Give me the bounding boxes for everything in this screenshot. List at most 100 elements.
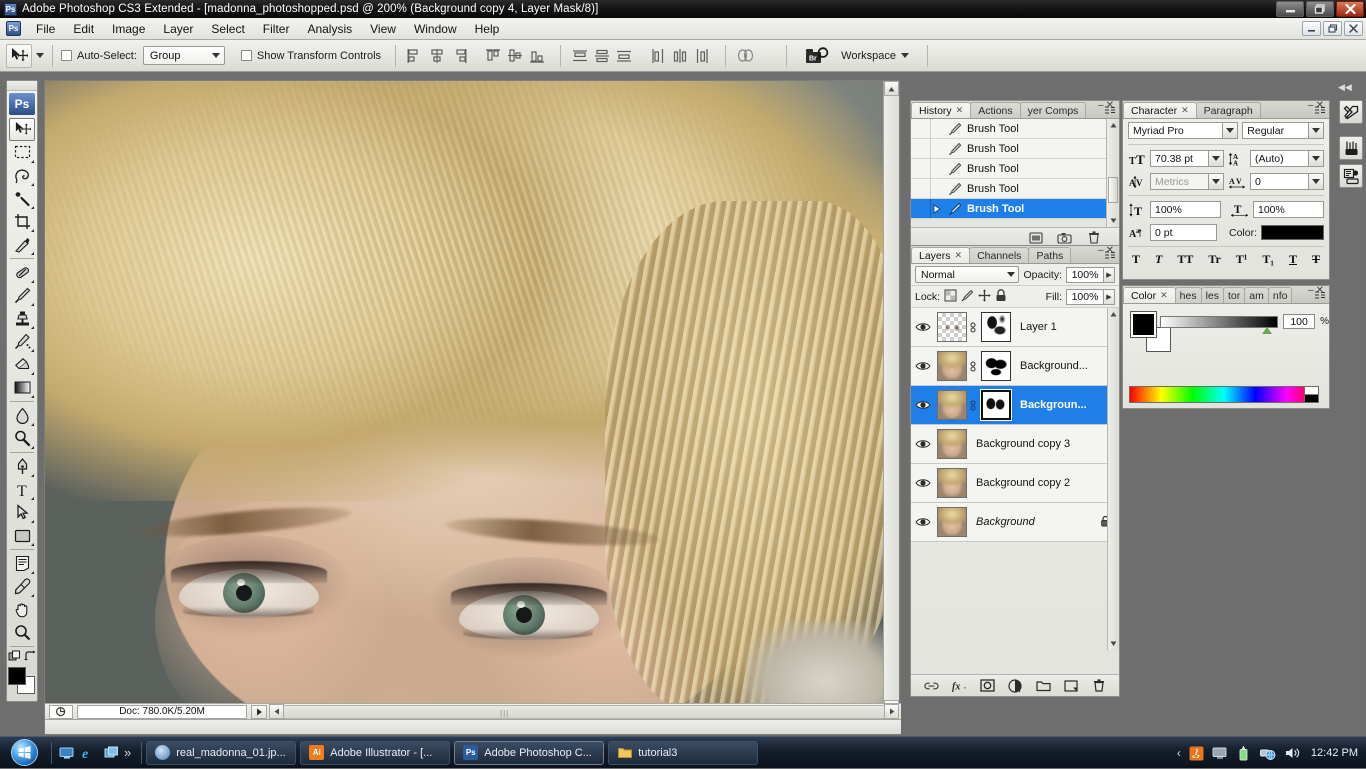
crop-tool[interactable] — [9, 210, 35, 233]
display-icon[interactable] — [1212, 745, 1229, 762]
align-left-edges-icon[interactable] — [404, 45, 426, 67]
close-icon[interactable]: ✕ — [1181, 105, 1189, 116]
subscript-button[interactable]: T₁ — [1262, 252, 1274, 267]
table-row[interactable]: Layer 1 — [911, 308, 1119, 347]
brush-tool[interactable] — [9, 284, 35, 307]
layer-visibility-toggle[interactable] — [911, 399, 935, 411]
vertical-scale-value[interactable]: 100% — [1150, 201, 1221, 218]
add-layer-mask-icon[interactable] — [979, 679, 995, 693]
font-style-dropdown[interactable] — [1309, 122, 1324, 139]
status-menu-arrow[interactable] — [251, 704, 267, 719]
blur-tool[interactable] — [9, 404, 35, 427]
tab-actions[interactable]: Actions — [970, 102, 1021, 118]
tab-layer-comps[interactable]: yer Comps — [1019, 102, 1087, 118]
layers-panel-minimize-icons[interactable]: –✕ — [1098, 245, 1116, 256]
photoshop-menu-icon[interactable]: Ps — [6, 21, 21, 36]
delete-layer-icon[interactable] — [1092, 679, 1107, 693]
workspace-menu-button[interactable]: Workspace — [841, 50, 909, 62]
status-zoom-menu[interactable] — [49, 704, 73, 719]
history-item[interactable]: Brush Tool — [911, 119, 1119, 139]
menu-item-view[interactable]: View — [361, 20, 405, 38]
canvas-vertical-scrollbar[interactable] — [883, 81, 899, 715]
underline-button[interactable]: T — [1289, 252, 1297, 267]
history-scroll-up[interactable] — [1107, 119, 1119, 131]
tracking-value[interactable]: 0 — [1250, 173, 1309, 190]
history-item[interactable]: Brush Tool — [911, 139, 1119, 159]
quick-mask-icon[interactable] — [8, 650, 21, 663]
lock-all-icon[interactable] — [995, 288, 1007, 305]
k-slider-thumb[interactable] — [1262, 326, 1273, 334]
show-desktop-icon[interactable] — [56, 741, 78, 765]
table-row[interactable]: Background copy 2 — [911, 464, 1119, 503]
document-restore-button[interactable] — [1323, 21, 1342, 36]
distribute-left-edges-icon[interactable] — [647, 45, 669, 67]
taskbar-button-folder[interactable]: tutorial3 — [608, 740, 759, 765]
taskbar-button-illustrator[interactable]: Ai Adobe Illustrator - [... — [300, 740, 451, 765]
color-spectrum-ramp[interactable] — [1129, 386, 1319, 403]
history-snapshot-box[interactable] — [911, 159, 931, 178]
layers-scroll-down[interactable] — [1108, 638, 1119, 650]
layer-mask-thumbnail-selected[interactable] — [980, 389, 1012, 421]
history-scroll-down[interactable] — [1107, 215, 1119, 227]
tools-icon[interactable] — [1339, 100, 1363, 124]
mask-link-icon[interactable] — [967, 399, 978, 412]
tab-paths[interactable]: Paths — [1028, 247, 1072, 263]
k-channel-value[interactable]: 100 — [1283, 314, 1316, 329]
history-snapshot-box[interactable] — [911, 119, 931, 138]
mask-link-icon[interactable] — [967, 360, 978, 373]
auto-select-dropdown[interactable]: Group — [142, 46, 225, 65]
align-bottom-edges-icon[interactable] — [526, 45, 548, 67]
layer-mask-thumbnail[interactable] — [981, 351, 1011, 381]
zoom-tool[interactable] — [9, 621, 35, 644]
layer-thumbnail[interactable] — [937, 429, 967, 459]
history-item-selected[interactable]: Brush Tool — [911, 199, 1119, 219]
collapse-panels-icon[interactable]: ◀◀ — [1338, 82, 1352, 93]
menu-item-help[interactable]: Help — [466, 20, 509, 38]
close-icon[interactable]: ✕ — [1160, 290, 1168, 301]
tab-styles[interactable]: les — [1200, 287, 1225, 303]
horizontal-scrollbar-track[interactable]: ||| — [284, 704, 884, 719]
magic-wand-tool[interactable] — [9, 187, 35, 210]
delete-state-icon[interactable] — [1086, 231, 1101, 245]
opacity-value[interactable]: 100% — [1066, 266, 1104, 283]
distribute-right-edges-icon[interactable] — [691, 45, 713, 67]
layer-mask-thumbnail[interactable] — [981, 312, 1011, 342]
java-icon[interactable] — [1188, 745, 1205, 762]
notes-tool[interactable] — [9, 552, 35, 575]
new-snapshot-icon[interactable] — [1057, 231, 1072, 245]
close-button[interactable] — [1336, 1, 1364, 17]
menu-item-analysis[interactable]: Analysis — [298, 20, 361, 38]
tools-panel-grip[interactable] — [7, 81, 37, 91]
swap-colors-icon[interactable] — [23, 650, 37, 663]
layer-visibility-toggle[interactable] — [911, 477, 935, 489]
layer-visibility-toggle[interactable] — [911, 321, 935, 333]
restore-button[interactable] — [1306, 1, 1334, 17]
fill-value[interactable]: 100% — [1066, 288, 1104, 305]
tab-swatches[interactable]: hes — [1174, 287, 1202, 303]
close-icon[interactable]: ✕ — [955, 250, 963, 261]
faux-italic-button[interactable]: T — [1155, 252, 1162, 267]
history-snapshot-box[interactable] — [911, 199, 931, 218]
scroll-up-button[interactable] — [884, 81, 899, 96]
font-family-dropdown[interactable] — [1223, 122, 1239, 139]
switch-windows-icon[interactable] — [100, 741, 122, 765]
brushes-icon[interactable] — [1339, 136, 1363, 160]
hscroll-left-button[interactable] — [269, 704, 284, 719]
tray-expand-icon[interactable]: ‹ — [1177, 746, 1181, 760]
tab-paragraph[interactable]: Paragraph — [1195, 102, 1261, 118]
distribute-bottom-edges-icon[interactable] — [613, 45, 635, 67]
character-panel-minimize-icons[interactable]: –✕ — [1308, 100, 1326, 111]
history-brush-tool[interactable] — [9, 330, 35, 353]
blend-mode-dropdown[interactable]: Normal — [915, 266, 1020, 283]
history-item[interactable]: Brush Tool — [911, 179, 1119, 199]
slice-tool[interactable] — [9, 233, 35, 256]
gradient-tool[interactable] — [9, 376, 35, 399]
leading-dropdown[interactable] — [1309, 150, 1324, 167]
tab-layers[interactable]: Layers ✕ — [911, 247, 971, 263]
layer-thumbnail[interactable] — [937, 312, 967, 342]
lock-transparent-pixels-icon[interactable] — [944, 289, 957, 305]
distribute-top-edges-icon[interactable] — [569, 45, 591, 67]
layer-thumbnail[interactable] — [937, 351, 967, 381]
menu-item-edit[interactable]: Edit — [64, 20, 103, 38]
clock[interactable]: 12:42 PM — [1311, 747, 1358, 759]
